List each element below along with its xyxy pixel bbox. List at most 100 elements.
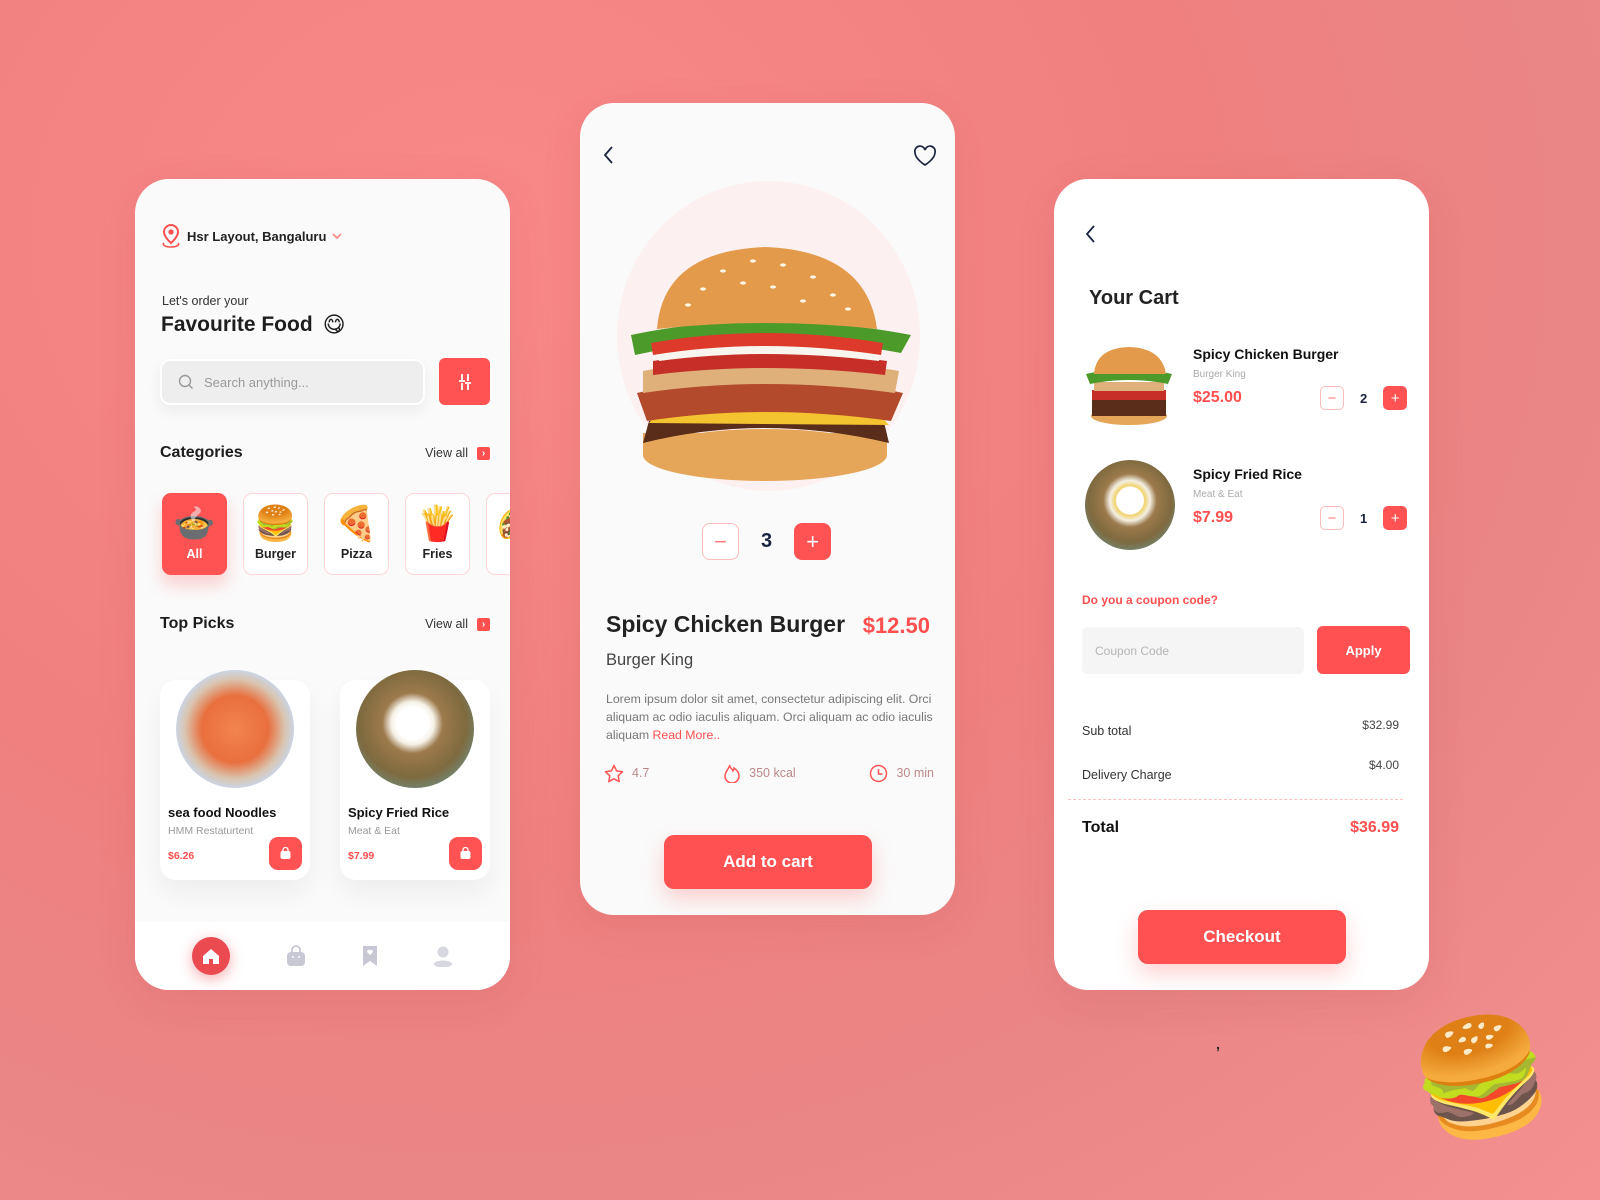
pot-food-icon: 🍲 xyxy=(173,505,216,543)
product-price: $12.50 xyxy=(862,613,930,638)
category-all[interactable]: 🍲 All xyxy=(162,493,227,575)
cart-item-restaurant: Burger King xyxy=(1193,369,1246,380)
pick-name: sea food Noodles xyxy=(168,805,277,820)
clock-icon xyxy=(869,764,888,783)
top-picks-heading: Top Picks xyxy=(160,615,235,632)
calories-stat: 350 kcal xyxy=(723,763,796,783)
top-pick-card[interactable]: Spicy Fried Rice Meat & Eat $7.99 xyxy=(340,670,490,880)
quantity-stepper: − 1 + xyxy=(1320,506,1408,530)
category-label: Burger xyxy=(255,547,296,561)
subtotal-value: $32.99 xyxy=(1362,718,1399,732)
chevron-right-icon: › xyxy=(477,617,490,631)
cart-item: Spicy Chicken Burger Burger King $25.00 … xyxy=(1082,346,1408,441)
view-all-label: View all xyxy=(425,446,468,460)
quantity-value: 2 xyxy=(1360,390,1368,406)
back-button[interactable] xyxy=(1084,224,1096,244)
category-pizza[interactable]: 🍕 Pizza xyxy=(324,493,389,575)
bookmark-icon xyxy=(362,945,378,967)
pizza-icon: 🍕 xyxy=(335,505,378,543)
chevron-left-icon xyxy=(602,145,614,165)
add-to-bag-button[interactable] xyxy=(449,837,482,870)
product-name: Spicy Chicken Burger xyxy=(606,611,846,637)
categories-heading: Categories xyxy=(160,444,243,461)
calories-value: 350 kcal xyxy=(749,766,796,780)
categories-view-all[interactable]: View all › xyxy=(425,446,490,460)
total-row: Total $36.99 xyxy=(1082,819,1399,837)
checkout-button[interactable]: Checkout xyxy=(1138,910,1346,964)
add-to-cart-button[interactable]: Add to cart xyxy=(664,835,872,889)
total-label: Total xyxy=(1082,819,1120,836)
nav-bookmark[interactable] xyxy=(362,945,378,967)
home-screen: Hsr Layout, Bangaluru Let's order your F… xyxy=(135,179,510,990)
search-input[interactable]: Search anything... xyxy=(160,359,425,405)
yum-emoji-icon: 😋 xyxy=(322,312,346,337)
coupon-placeholder: Coupon Code xyxy=(1095,643,1170,658)
search-icon xyxy=(178,374,194,390)
delivery-row: Delivery Charge $4.00 xyxy=(1082,758,1399,782)
plus-icon: + xyxy=(1390,509,1400,527)
delivery-value: $4.00 xyxy=(1368,758,1399,772)
add-to-bag-button[interactable] xyxy=(269,837,302,870)
location-text: Hsr Layout, Bangaluru xyxy=(187,228,327,244)
coupon-code-input[interactable]: Coupon Code xyxy=(1082,627,1304,674)
cart-item-name: Spicy Fried Rice xyxy=(1193,466,1302,482)
divider xyxy=(1068,799,1403,800)
category-fries[interactable]: 🍟 Fries xyxy=(405,493,470,575)
burger-icon: 🍔 xyxy=(254,505,297,543)
quantity-value: 1 xyxy=(1360,510,1368,526)
chevron-left-icon xyxy=(1084,224,1096,244)
star-icon xyxy=(604,764,624,783)
fried-rice-thumbnail xyxy=(1085,460,1175,550)
top-picks-view-all[interactable]: View all › xyxy=(425,617,490,631)
category-partial[interactable]: 🌮 To xyxy=(486,493,510,575)
back-button[interactable] xyxy=(602,145,614,165)
location-selector[interactable]: Hsr Layout, Bangaluru xyxy=(161,224,343,248)
increase-quantity-button[interactable]: + xyxy=(794,523,832,560)
chevron-down-icon xyxy=(332,232,343,240)
quantity-stepper: − 2 + xyxy=(1320,386,1408,410)
noodles-image xyxy=(176,670,294,788)
pick-restaurant: HMM Restaturtent xyxy=(168,825,254,837)
subtotal-row: Sub total $32.99 xyxy=(1082,718,1399,738)
page-title: Favourite Food 😋 xyxy=(161,312,346,338)
nav-bag[interactable] xyxy=(285,945,307,967)
heart-icon xyxy=(913,145,937,167)
flame-icon xyxy=(723,763,741,783)
category-label: Fries xyxy=(422,547,453,561)
cart-item: Spicy Fried Rice Meat & Eat $7.99 − 1 + xyxy=(1082,460,1408,561)
nav-profile[interactable] xyxy=(433,945,453,967)
favorite-button[interactable] xyxy=(913,145,937,167)
increase-quantity-button[interactable]: + xyxy=(1383,506,1408,530)
product-detail-screen: − 3 + Spicy Chicken Burger $12.50 Burger… xyxy=(580,103,955,915)
view-all-label: View all xyxy=(425,617,468,631)
decrease-quantity-button[interactable]: − xyxy=(1320,506,1344,530)
time-value: 30 min xyxy=(896,766,934,780)
pick-price: $6.26 xyxy=(168,850,195,862)
subtotal-label: Sub total xyxy=(1082,724,1132,738)
stray-mark: , xyxy=(1216,1036,1220,1052)
greeting-text: Let's order your xyxy=(162,294,249,308)
cart-item-restaurant: Meat & Eat xyxy=(1193,489,1243,500)
title-text: Favourite Food xyxy=(161,313,313,336)
pick-name: Spicy Fried Rice xyxy=(348,805,450,820)
cart-title: Your Cart xyxy=(1089,287,1179,309)
pick-restaurant: Meat & Eat xyxy=(348,825,400,837)
apply-coupon-button[interactable]: Apply xyxy=(1317,626,1410,674)
bag-icon xyxy=(459,847,472,860)
decrease-quantity-button[interactable]: − xyxy=(1320,386,1344,410)
chevron-right-icon: › xyxy=(477,446,490,460)
bottom-nav xyxy=(135,922,510,990)
category-label: Pizza xyxy=(340,547,373,561)
read-more-link[interactable]: Read More.. xyxy=(652,728,720,742)
rating-stat: 4.7 xyxy=(604,763,649,783)
filter-button[interactable] xyxy=(439,358,490,405)
increase-quantity-button[interactable]: + xyxy=(1383,386,1408,410)
minus-icon: − xyxy=(1327,389,1337,407)
top-pick-card[interactable]: sea food Noodles HMM Restaturtent $6.26 xyxy=(160,670,310,880)
decrease-quantity-button[interactable]: − xyxy=(702,523,739,560)
category-burger[interactable]: 🍔 Burger xyxy=(243,493,308,575)
coupon-question: Do you a coupon code? xyxy=(1082,593,1219,607)
profile-icon xyxy=(433,945,453,967)
nav-home[interactable] xyxy=(192,937,231,975)
taco-icon: 🌮 xyxy=(497,507,510,541)
